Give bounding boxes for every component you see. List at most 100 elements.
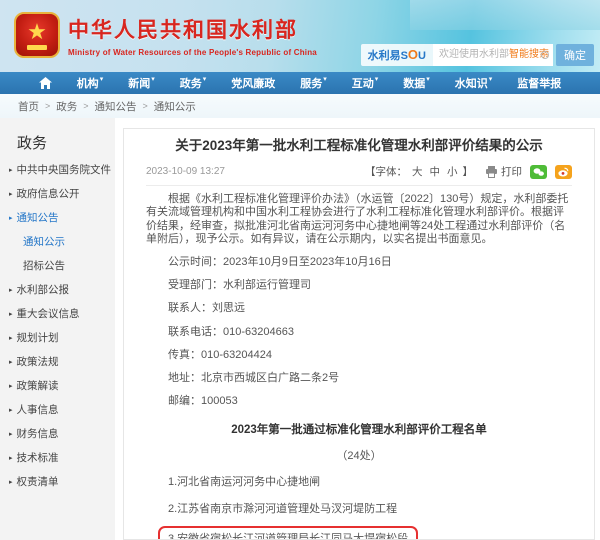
triangle-bullet-icon: ▸ (9, 407, 13, 414)
info-line-zipcode: 邮编：100053 (146, 395, 572, 408)
project-item-2: 2.江苏省南京市滁河河道管理处马汊河堤防工程 (168, 503, 397, 515)
nav-item-party[interactable]: 党风廉政 (231, 75, 275, 91)
sidebar-item-label: 中共中央国务院文件 (17, 164, 112, 176)
nav-item-knowledge[interactable]: 水知识▾ (455, 75, 493, 91)
sidebar-subitem-bidding[interactable]: 招标公告 (23, 258, 115, 273)
nav-item-label: 机构 (77, 78, 99, 90)
sidebar-item-gazette[interactable]: ▸水利部公报 (9, 282, 115, 297)
chevron-down-icon: ▾ (203, 76, 207, 83)
info-line-phone: 联系电话：010-63204663 (146, 326, 572, 339)
list-row: 1.河北省南运河河务中心捷地闸 (146, 472, 572, 490)
sidebar-item-label: 政府信息公开 (17, 188, 80, 200)
sidebar-item-central-docs[interactable]: ▸ 中共中央国务院文件 (9, 162, 115, 177)
sidebar-item-label: 人事信息 (17, 404, 59, 416)
article-tools: 【字体： 大 中 小 】 打印 (365, 164, 572, 179)
national-emblem-logo: ★ (14, 12, 60, 58)
nav-item-label: 监督举报 (517, 78, 561, 90)
list-row: 3.安徽省宿松长江河道管理局长江同马大堤宿松段 (146, 526, 572, 540)
search-confirm-button[interactable]: 确定 (556, 44, 594, 66)
search-input-wrap: 欢迎使用水利部智能搜索 (433, 44, 553, 66)
sidebar-item-tech-standards[interactable]: ▸ 技术标准 (9, 450, 115, 465)
project-item-3-highlighted: 3.安徽省宿松长江河道管理局长江同马大堤宿松段 (158, 526, 418, 540)
nav-item-news[interactable]: 新闻▾ (128, 75, 155, 91)
nav-item-report[interactable]: 监督举报 (517, 75, 561, 91)
sidebar-item-major-meetings[interactable]: ▸ 重大会议信息 (9, 306, 115, 321)
article-date: 2023-10-09 13:27 (146, 166, 225, 177)
nav-item-service[interactable]: 服务▾ (300, 75, 327, 91)
sidebar-item-info-disclosure[interactable]: ▸ 政府信息公开 (9, 186, 115, 201)
sidebar-item-plans[interactable]: ▸规划计划 (9, 330, 115, 345)
nav-item-label: 政务 (180, 78, 202, 90)
triangle-bullet-icon: ▸ (9, 335, 13, 342)
nav-item-data[interactable]: 数据▾ (403, 75, 430, 91)
sidebar: 政务 ▸中共中央国务院文件 ▸政府信息公开 ▸通知公告 通知公示 招标公告 ▸水… (0, 118, 115, 540)
triangle-bullet-icon: ▸ (9, 167, 13, 174)
search-logo: 水利易SOU (361, 44, 433, 66)
home-icon (39, 77, 52, 89)
print-button[interactable]: 打印 (485, 164, 522, 179)
sidebar-item-label: 政策法规 (17, 356, 59, 368)
sidebar-item-label: 财务信息 (17, 428, 59, 440)
sidebar-item-personnel[interactable]: ▸ 人事信息 (9, 402, 115, 417)
font-size-label-end: 】 (463, 164, 474, 179)
font-size-large-button[interactable]: 大 (412, 164, 423, 179)
project-list-title: 2023年第一批通过标准化管理水利部评价工程名单 (146, 421, 572, 437)
sidebar-item-responsibility-list[interactable]: ▸权责清单 (9, 474, 115, 489)
printer-icon (485, 166, 498, 178)
weibo-share-icon[interactable] (555, 165, 572, 179)
triangle-bullet-icon: ▸ (9, 311, 13, 318)
breadcrumb-gov[interactable]: 政务 (56, 99, 77, 114)
info-line-period: 公示时间：2023年10月9日至2023年10月16日 (146, 256, 572, 269)
nav-item-label: 数据 (403, 78, 425, 90)
nav-item-orgs[interactable]: 机构▾ (77, 75, 104, 91)
sidebar-item-policy-interpretation[interactable]: ▸政策解读 (9, 378, 115, 393)
chevron-down-icon: ▾ (489, 76, 493, 83)
sidebar-item-label: 技术标准 (17, 452, 59, 464)
nav-item-interact[interactable]: 互动▾ (352, 75, 379, 91)
search-bar: 水利易SOU 欢迎使用水利部智能搜索 确定 (361, 44, 594, 66)
sidebar-subitem-public-notices[interactable]: 通知公示 (23, 234, 115, 249)
breadcrumb-separator: > (45, 101, 50, 111)
search-logo-text: 水利易S (368, 50, 408, 62)
nav-item-label: 水知识 (455, 78, 488, 90)
triangle-bullet-icon: ▸ (9, 455, 13, 462)
triangle-bullet-icon: ▸ (9, 191, 13, 198)
sidebar-item-label: 水利部公报 (17, 284, 70, 296)
sidebar-item-label: 通知公告 (17, 212, 59, 224)
search-input[interactable] (433, 44, 553, 66)
sidebar-item-finance[interactable]: ▸财务信息 (9, 426, 115, 441)
font-size-small-button[interactable]: 小 (447, 164, 458, 179)
breadcrumb-notices[interactable]: 通知公告 (95, 99, 137, 114)
nav-item-label: 服务 (300, 78, 322, 90)
chevron-down-icon: ▾ (100, 76, 104, 83)
font-size-medium-button[interactable]: 中 (430, 164, 441, 179)
triangle-bullet-icon: ▸ (9, 215, 13, 222)
page: ★ 中华人民共和国水利部 Ministry of Water Resources… (0, 0, 600, 540)
wechat-share-icon[interactable] (530, 165, 547, 179)
voice-search-icon[interactable] (541, 51, 549, 59)
print-label: 打印 (501, 164, 522, 179)
site-titles: 中华人民共和国水利部 Ministry of Water Resources o… (68, 14, 317, 57)
site-subtitle: Ministry of Water Resources of the Peopl… (68, 48, 317, 57)
site-title: 中华人民共和国水利部 (68, 14, 317, 44)
info-line-address: 地址：北京市西城区白广路二条2号 (146, 372, 572, 385)
sidebar-item-label: 重大会议信息 (17, 308, 80, 320)
nav-item-gov[interactable]: 政务▾ (180, 75, 207, 91)
sidebar-item-laws[interactable]: ▸政策法规 (9, 354, 115, 369)
breadcrumb-current: 通知公示 (154, 99, 196, 114)
nav-item-label: 新闻 (128, 78, 150, 90)
breadcrumb-home[interactable]: 首页 (18, 99, 39, 114)
search-logo-o: O (408, 47, 418, 62)
article-panel: 关于2023年第一批水利工程标准化管理水利部评价结果的公示 2023-10-09… (123, 128, 595, 540)
project-list-count: （24处） (146, 447, 572, 463)
sidebar-item-notices[interactable]: ▸ 通知公告 (9, 210, 115, 225)
article-title: 关于2023年第一批水利工程标准化管理水利部评价结果的公示 (146, 137, 572, 155)
font-size-label: 【字体： (365, 164, 407, 179)
info-line-fax: 传真：010-63204424 (146, 349, 572, 362)
breadcrumb-separator: > (143, 101, 148, 111)
article-paragraph: 根据《水利工程标准化管理评价办法》（水运管〔2022〕130号）规定，水利部委托… (146, 193, 572, 246)
sidebar-item-label: 政策解读 (17, 380, 59, 392)
search-logo-text-end: U (418, 50, 426, 62)
nav-home[interactable] (39, 77, 52, 89)
nav-item-label: 互动 (352, 78, 374, 90)
